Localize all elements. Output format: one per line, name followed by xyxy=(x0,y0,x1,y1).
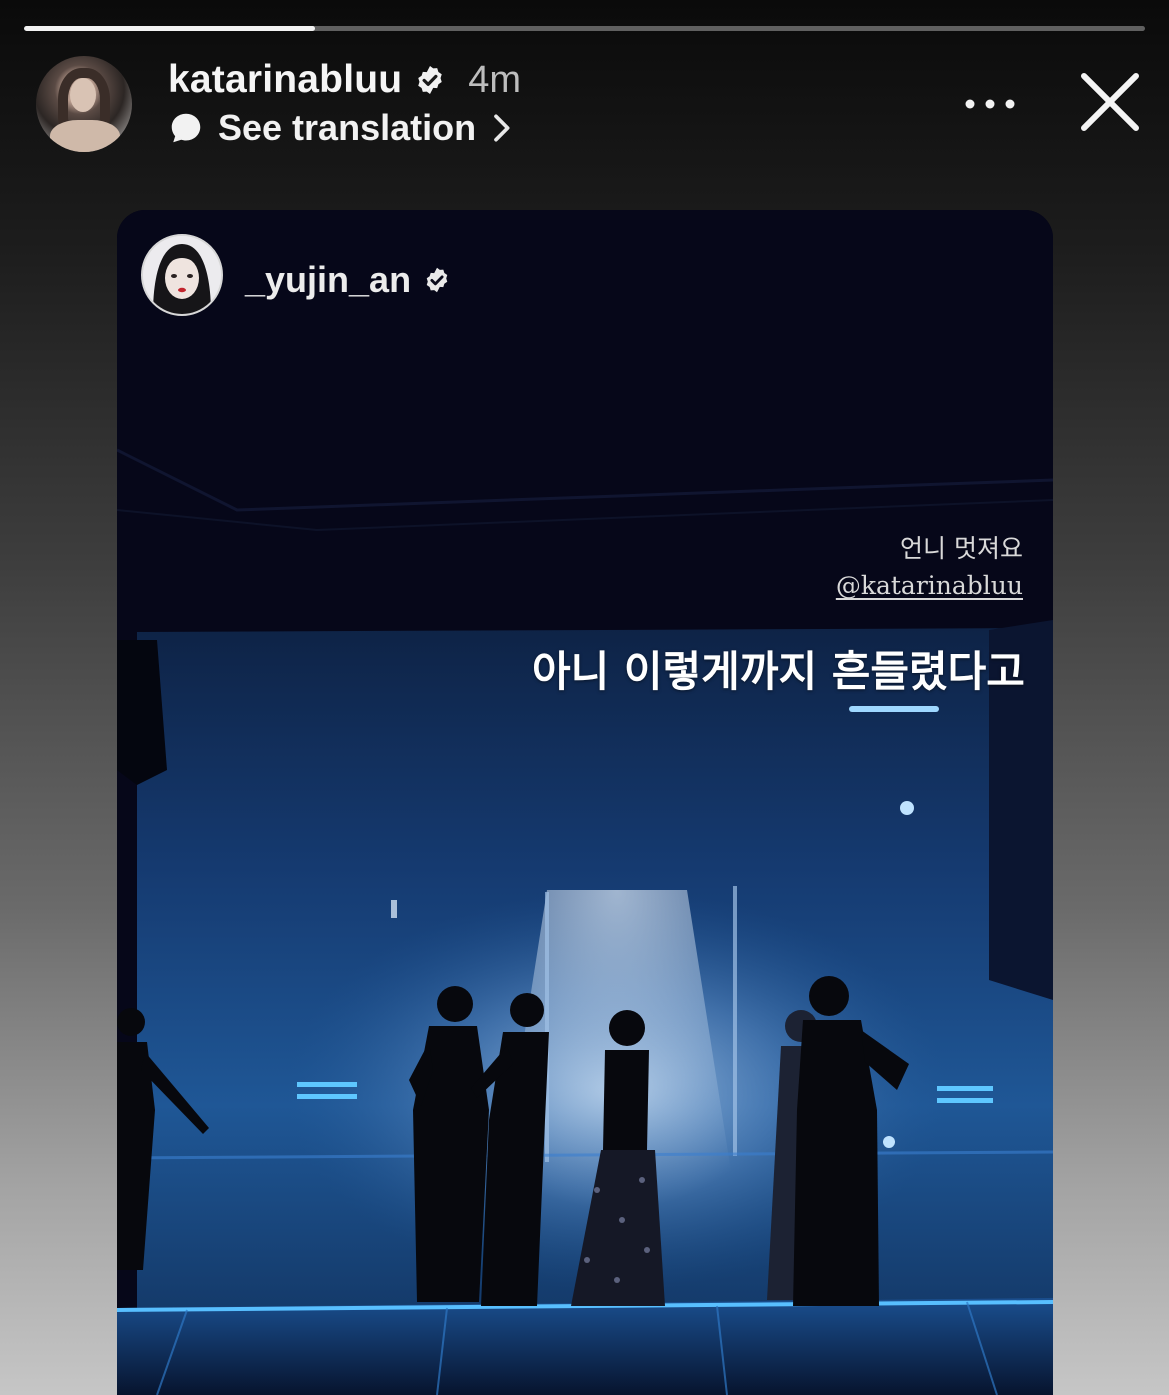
verified-badge-icon xyxy=(426,267,448,293)
caption-mention-link[interactable]: @katarinabluu xyxy=(836,567,1023,604)
profile-avatar[interactable] xyxy=(36,56,132,152)
speech-bubble-icon xyxy=(171,113,201,143)
story-progress-fill xyxy=(24,26,316,31)
story-timestamp: 4m xyxy=(468,58,522,101)
shared-post-caption: 언니 멋져요 @katarinabluu xyxy=(836,530,1023,604)
more-options-button[interactable] xyxy=(960,82,1020,126)
shared-story-card[interactable]: _yujin_an 언니 멋져요 @katarinabluu xyxy=(117,210,1053,1395)
story-overlay-text: 아니 이렇게까지 흔들렸다고 xyxy=(532,647,1025,696)
caption-text: 언니 멋져요 xyxy=(900,534,1023,563)
avatar-portrait xyxy=(143,236,221,314)
see-translation-button[interactable]: See translation xyxy=(168,106,512,150)
story-author-row: katarinabluu 4m xyxy=(168,56,521,104)
story-progress-bar xyxy=(24,26,1145,31)
verified-badge-icon xyxy=(418,66,443,94)
concert-stage-image xyxy=(117,210,1053,1395)
shared-post-avatar[interactable] xyxy=(141,234,223,316)
shared-post-username[interactable]: _yujin_an xyxy=(245,259,411,301)
chevron-right-icon xyxy=(494,114,510,142)
close-button[interactable] xyxy=(1074,66,1146,138)
more-dots-icon xyxy=(965,99,1015,109)
close-icon xyxy=(1081,73,1139,131)
see-translation-label: See translation xyxy=(218,107,477,148)
story-username[interactable]: katarinabluu xyxy=(168,58,402,102)
shared-post-author-row: _yujin_an xyxy=(245,258,451,302)
